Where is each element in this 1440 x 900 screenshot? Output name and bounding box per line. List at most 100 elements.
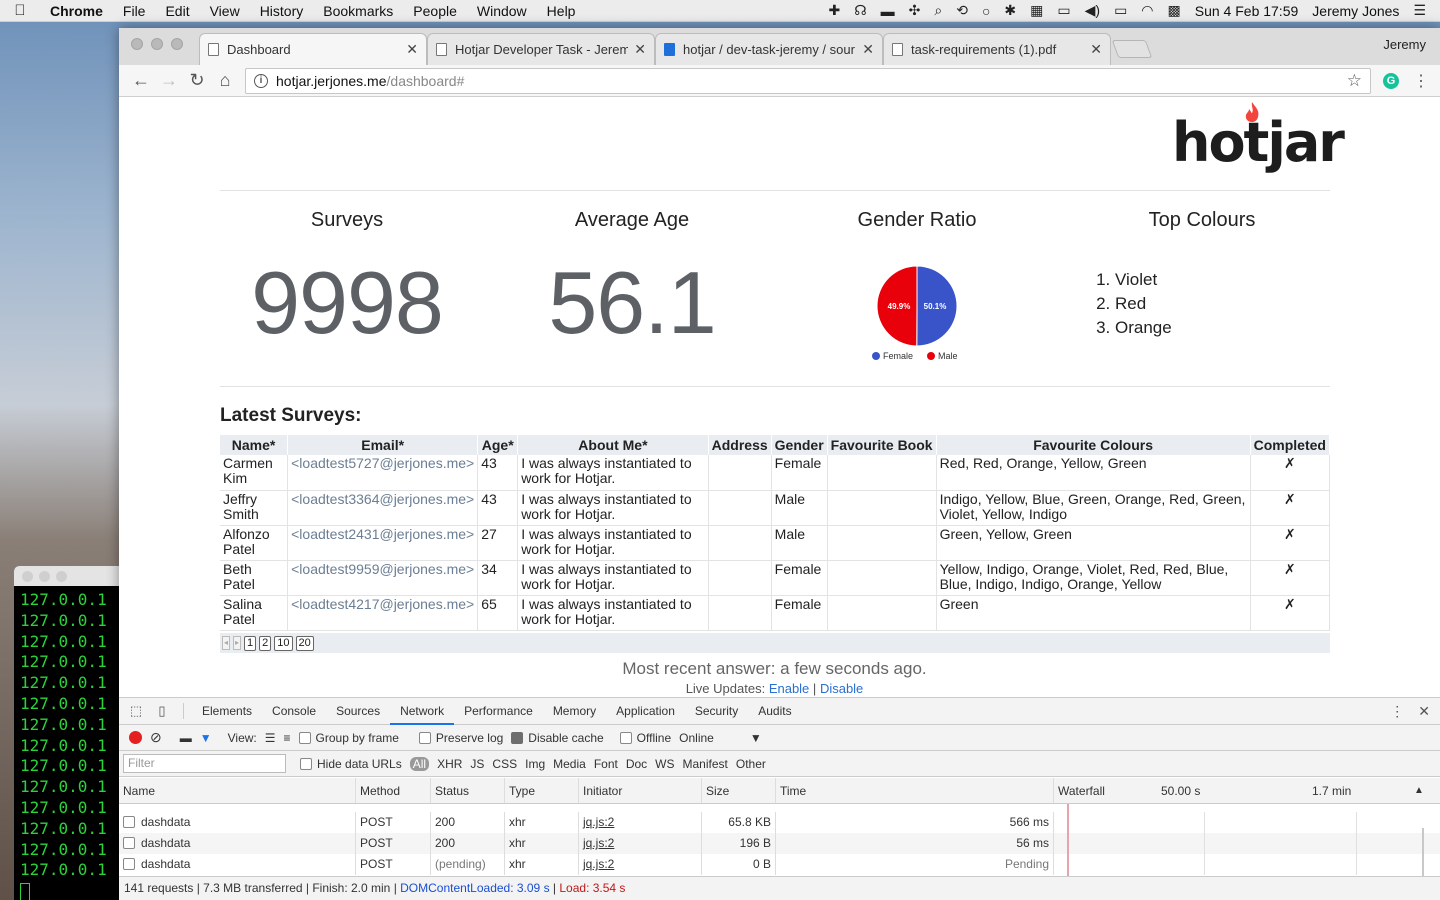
table-cell-completed[interactable]: ✗: [1250, 525, 1331, 561]
filter-type-img[interactable]: Img: [525, 757, 545, 771]
tab-elements[interactable]: Elements: [192, 698, 262, 725]
zoom-window-button[interactable]: [171, 38, 183, 50]
new-tab-button[interactable]: [1111, 40, 1153, 58]
column-header[interactable]: Favourite Book: [827, 435, 937, 455]
checkbox[interactable]: [418, 731, 431, 744]
menu-help[interactable]: Help: [537, 3, 586, 19]
tab-audits[interactable]: Audits: [748, 698, 801, 725]
prev-page-icon[interactable]: ◂: [222, 636, 231, 650]
page-size-option[interactable]: 2: [259, 635, 272, 651]
sort-up-icon[interactable]: ▲: [1414, 778, 1424, 803]
column-header[interactable]: Initiator: [579, 778, 702, 803]
tab-task-requirements-pdf[interactable]: task-requirements (1).pdf ✕: [883, 33, 1111, 65]
filter-type-xhr[interactable]: XHR: [437, 757, 462, 771]
throttle-select[interactable]: Online ▼: [679, 731, 762, 745]
filter-input[interactable]: Filter: [123, 754, 286, 773]
column-header[interactable]: Completed: [1250, 435, 1331, 455]
back-icon[interactable]: ←: [127, 70, 155, 91]
tools-icon[interactable]: ✣: [909, 2, 921, 19]
close-icon[interactable]: ✕: [862, 41, 874, 58]
menu-edit[interactable]: Edit: [155, 3, 199, 19]
menu-app-chrome[interactable]: Chrome: [40, 3, 113, 19]
filter-type-media[interactable]: Media: [553, 757, 586, 771]
column-header[interactable]: Type: [505, 778, 579, 803]
search-icon[interactable]: ⌕: [934, 2, 942, 19]
preserve-log[interactable]: Preserve log: [418, 731, 503, 745]
grammarly-icon[interactable]: G: [1383, 72, 1399, 89]
plus-icon[interactable]: ✚: [828, 2, 840, 19]
headphones-icon[interactable]: ☊: [854, 2, 866, 19]
battery-bar-icon[interactable]: ▬: [881, 3, 895, 19]
disable-cache[interactable]: Disable cache: [511, 731, 604, 745]
column-header[interactable]: Method: [356, 778, 431, 803]
request-initiator[interactable]: jq.js:2: [579, 833, 702, 854]
network-request-row[interactable]: dashdata POST 200 xhr jq.js:2 196 B 56 ms: [119, 833, 1440, 854]
menu-history[interactable]: History: [250, 3, 314, 19]
network-request-row[interactable]: dashdata POST 200 xhr jq.js:2 65.8 KB 566 ms: [119, 812, 1440, 833]
forward-icon[interactable]: →: [155, 70, 183, 91]
tab-bitbucket-source[interactable]: hotjar / dev-task-jeremy / sour ✕: [655, 33, 883, 65]
camera-icon[interactable]: ▬: [180, 731, 192, 745]
page-size-option[interactable]: 1: [244, 635, 257, 651]
menubar-datetime[interactable]: Sun 4 Feb 17:59: [1195, 3, 1299, 19]
table-cell-completed[interactable]: ✗: [1250, 560, 1331, 596]
request-initiator[interactable]: jq.js:2: [579, 812, 702, 833]
table-cell-completed[interactable]: ✗: [1250, 490, 1331, 526]
display-icon[interactable]: ▭: [1057, 2, 1070, 19]
request-initiator[interactable]: jq.js:2: [579, 854, 702, 875]
checkbox[interactable]: [511, 731, 524, 744]
column-header[interactable]: Age*: [477, 435, 519, 455]
bluetooth-icon[interactable]: ✱: [1004, 2, 1016, 19]
network-request-row[interactable]: dashdata POST (pending) xhr jq.js:2 0 B Pendin…: [119, 854, 1440, 875]
table-cell-completed[interactable]: ✗: [1250, 595, 1331, 631]
checkbox[interactable]: [619, 731, 632, 744]
disable-link[interactable]: Disable: [820, 681, 863, 696]
profile-name[interactable]: Jeremy: [1383, 37, 1426, 52]
menu-window[interactable]: Window: [467, 3, 537, 19]
tab-application[interactable]: Application: [606, 698, 685, 725]
device-toolbar-icon[interactable]: ▯: [149, 703, 175, 719]
offline-toggle[interactable]: Offline: [619, 731, 671, 745]
tab-dashboard[interactable]: Dashboard ✕: [199, 33, 427, 65]
flag-icon[interactable]: ▩: [1168, 2, 1181, 19]
menu-people[interactable]: People: [403, 3, 467, 19]
tab-security[interactable]: Security: [685, 698, 748, 725]
wifi-icon[interactable]: ◠: [1141, 2, 1153, 19]
filter-icon[interactable]: ▼: [200, 731, 212, 745]
devtools-menu-icon[interactable]: ⋮: [1390, 703, 1404, 720]
battery-icon[interactable]: ▭: [1114, 2, 1127, 19]
column-header[interactable]: Gender: [771, 435, 828, 455]
checkbox[interactable]: [300, 757, 312, 770]
clear-icon[interactable]: ⊘: [150, 729, 162, 746]
home-icon[interactable]: ⌂: [211, 70, 239, 91]
filter-type-font[interactable]: Font: [594, 757, 618, 771]
devtools-close-icon[interactable]: ✕: [1418, 703, 1430, 720]
address-bar[interactable]: i hotjar.jerjones.me/dashboard# ☆: [245, 67, 1371, 94]
close-icon[interactable]: ✕: [1090, 41, 1102, 58]
page-size-option[interactable]: 10: [274, 635, 293, 651]
overview-icon[interactable]: ≡: [284, 731, 291, 745]
column-header[interactable]: Name*: [220, 435, 289, 455]
next-page-icon[interactable]: ▸: [233, 636, 242, 650]
filter-type-doc[interactable]: Doc: [626, 757, 647, 771]
menu-dots-icon[interactable]: ⋮: [1413, 71, 1429, 91]
chat-bubble-icon[interactable]: ○: [982, 3, 990, 19]
tab-console[interactable]: Console: [262, 698, 326, 725]
close-icon[interactable]: ✕: [406, 41, 418, 58]
volume-icon[interactable]: ◀): [1085, 2, 1100, 19]
menu-view[interactable]: View: [200, 3, 250, 19]
apple-icon[interactable]: : [0, 2, 40, 19]
enable-link[interactable]: Enable: [769, 681, 809, 696]
keyboard-icon[interactable]: ▦: [1030, 2, 1043, 19]
tab-hotjar-developer-task[interactable]: Hotjar Developer Task - Jerem ✕: [427, 33, 655, 65]
column-header[interactable]: Size: [702, 778, 776, 803]
minimize-window-button[interactable]: [151, 38, 163, 50]
close-window-button[interactable]: [131, 38, 143, 50]
filter-type-manifest[interactable]: Manifest: [683, 757, 728, 771]
table-cell-completed[interactable]: ✗: [1250, 455, 1331, 491]
column-header[interactable]: Email*: [287, 435, 479, 455]
hide-data-urls[interactable]: Hide data URLs: [300, 757, 402, 771]
tab-memory[interactable]: Memory: [543, 698, 606, 725]
record-icon[interactable]: [129, 731, 142, 744]
filter-type-js[interactable]: JS: [470, 757, 484, 771]
